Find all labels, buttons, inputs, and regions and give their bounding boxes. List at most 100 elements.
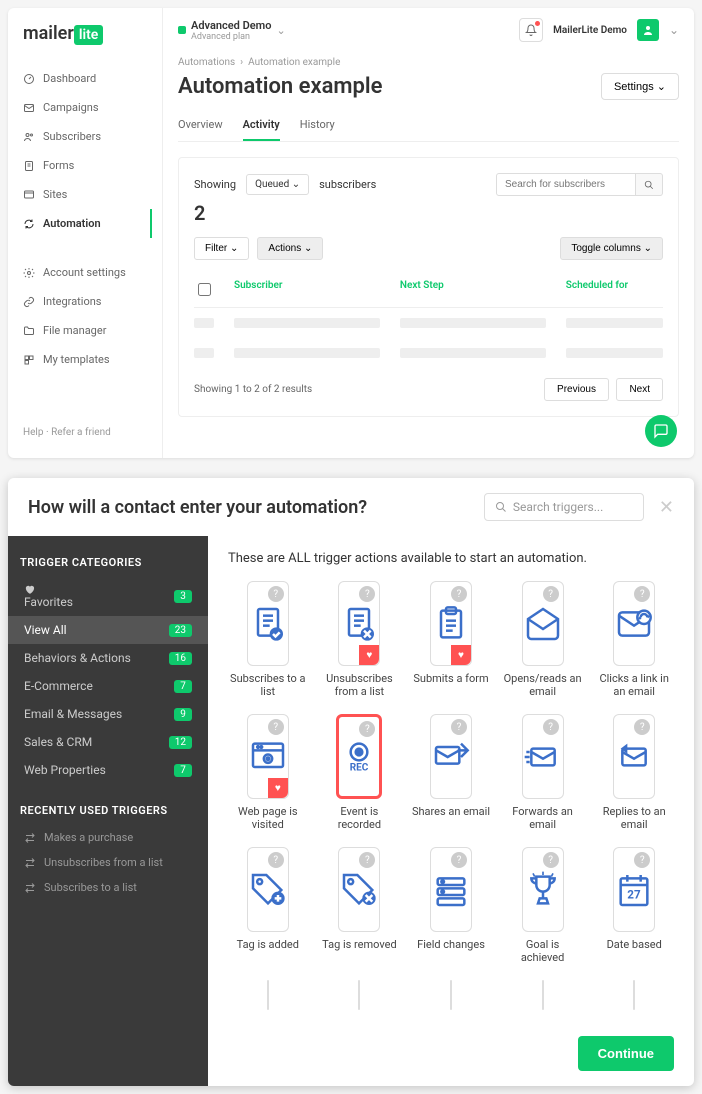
trigger-placeholder[interactable]: ? <box>633 980 635 1010</box>
avatar[interactable] <box>637 19 659 41</box>
help-icon[interactable]: ? <box>634 719 650 735</box>
recent-unsubscribes-from-a-list[interactable]: Unsubscribes from a list <box>20 850 196 875</box>
favorite-badge: ♥ <box>451 645 471 665</box>
help-icon[interactable]: ? <box>543 852 559 868</box>
help-icon[interactable]: ? <box>543 719 559 735</box>
previous-button[interactable]: Previous <box>544 378 609 401</box>
breadcrumb-parent[interactable]: Automations <box>178 57 235 68</box>
help-icon[interactable]: ? <box>268 719 284 735</box>
sidebar-item-sites[interactable]: Sites <box>18 180 152 209</box>
sidebar-item-file-manager[interactable]: File manager <box>18 316 152 345</box>
settings-button[interactable]: Settings ⌄ <box>601 73 679 100</box>
col-subscriber[interactable]: Subscriber <box>234 280 380 299</box>
trigger-mail-fwd[interactable]: ? <box>522 714 564 799</box>
tab-overview[interactable]: Overview <box>178 110 223 141</box>
mail-open-icon <box>523 604 563 644</box>
help-icon[interactable]: ? <box>359 721 375 737</box>
trigger-placeholder[interactable]: ? <box>450 980 452 1010</box>
trigger-main: These are ALL trigger actions available … <box>208 536 694 1086</box>
category-view-all[interactable]: View All23 <box>8 616 208 644</box>
help-icon[interactable]: ? <box>451 852 467 868</box>
trigger-placeholder[interactable]: ? <box>542 980 544 1010</box>
search-input[interactable] <box>496 173 636 196</box>
notifications-button[interactable] <box>519 18 543 42</box>
category-behaviors-actions[interactable]: Behaviors & Actions16 <box>20 644 196 672</box>
topbar: Advanced Demo Advanced plan ⌄ MailerLite… <box>163 8 694 52</box>
sidebar-item-account-settings[interactable]: Account settings <box>18 258 152 287</box>
tag-plus-icon <box>248 870 288 910</box>
trigger-mail-share[interactable]: ? <box>430 714 472 799</box>
tab-history[interactable]: History <box>300 110 335 141</box>
sidebar-item-dashboard[interactable]: Dashboard <box>18 64 152 93</box>
tab-activity[interactable]: Activity <box>243 110 280 141</box>
trigger-doc-x[interactable]: ?♥ <box>338 581 380 666</box>
trigger-browser[interactable]: ?♥ <box>247 714 289 799</box>
help-icon[interactable]: ? <box>634 852 650 868</box>
trigger-placeholder[interactable]: ? <box>358 980 360 1010</box>
trigger-calendar[interactable]: ?27 <box>613 847 655 932</box>
help-icon[interactable]: ? <box>634 586 650 602</box>
sidebar-item-forms[interactable]: Forms <box>18 151 152 180</box>
sidebar-item-campaigns[interactable]: Campaigns <box>18 93 152 122</box>
status-filter[interactable]: Queued ⌄ <box>246 174 309 195</box>
logo: mailerlite <box>18 23 152 44</box>
next-button[interactable]: Next <box>616 378 663 401</box>
search-button[interactable] <box>636 173 663 196</box>
trigger-sidebar: TRIGGER CATEGORIES Favorites3View All23B… <box>8 536 208 1086</box>
trigger-doc-check[interactable]: ? <box>247 581 289 666</box>
trigger-placeholder[interactable]: ? <box>267 980 269 1010</box>
category-sales-crm[interactable]: Sales & CRM12 <box>20 728 196 756</box>
trigger-mail-link[interactable]: ? <box>613 581 655 666</box>
recent-subscribes-to-a-list[interactable]: Subscribes to a list <box>20 875 196 900</box>
help-icon[interactable]: ? <box>451 719 467 735</box>
trigger-rec[interactable]: ?REC <box>336 714 382 799</box>
trigger-label: Clicks a link in an email <box>594 672 674 702</box>
help-icon[interactable]: ? <box>359 852 375 868</box>
continue-button[interactable]: Continue <box>578 1036 674 1071</box>
trigger-label: Goal is achieved <box>503 938 583 968</box>
sidebar-item-my-templates[interactable]: My templates <box>18 345 152 374</box>
recent-makes-a-purchase[interactable]: Makes a purchase <box>20 825 196 850</box>
swap-icon <box>24 857 36 869</box>
help-fab[interactable] <box>645 415 677 447</box>
category-favorites[interactable]: Favorites3 <box>20 577 196 616</box>
sidebar-item-integrations[interactable]: Integrations <box>18 287 152 316</box>
notification-dot <box>535 21 540 26</box>
select-all-checkbox[interactable] <box>198 283 211 296</box>
actions-button[interactable]: Actions ⌄ <box>257 237 323 260</box>
refer-link[interactable]: Refer a friend <box>51 427 111 438</box>
trophy-icon <box>523 870 563 910</box>
close-icon[interactable]: ✕ <box>659 497 674 518</box>
trigger-tag-x[interactable]: ? <box>338 847 380 932</box>
trigger-search[interactable]: Search triggers... <box>484 493 644 521</box>
col-scheduled[interactable]: Scheduled for <box>566 280 663 299</box>
form-icon <box>23 160 35 172</box>
filter-button[interactable]: Filter ⌄ <box>194 237 249 260</box>
trigger-mail-open[interactable]: ? <box>522 581 564 666</box>
trigger-fields[interactable]: ? <box>430 847 472 932</box>
trigger-mail-reply[interactable]: ? <box>613 714 655 799</box>
trigger-trophy[interactable]: ? <box>522 847 564 932</box>
sidebar-item-subscribers[interactable]: Subscribers <box>18 122 152 151</box>
category-web-properties[interactable]: Web Properties7 <box>20 756 196 784</box>
help-icon[interactable]: ? <box>543 586 559 602</box>
page-title: Automation example <box>178 74 382 99</box>
users-icon <box>23 131 35 143</box>
trigger-tag-plus[interactable]: ? <box>247 847 289 932</box>
category-e-commerce[interactable]: E-Commerce7 <box>20 672 196 700</box>
toggle-columns-button[interactable]: Toggle columns ⌄ <box>560 237 663 260</box>
help-icon[interactable]: ? <box>268 852 284 868</box>
help-icon[interactable]: ? <box>359 586 375 602</box>
trigger-clipboard[interactable]: ?♥ <box>430 581 472 666</box>
help-link[interactable]: Help <box>23 427 43 438</box>
col-next-step[interactable]: Next Step <box>400 280 546 299</box>
category-email-messages[interactable]: Email & Messages9 <box>20 700 196 728</box>
help-icon[interactable]: ? <box>451 586 467 602</box>
help-icon[interactable]: ? <box>268 586 284 602</box>
tabs: Overview Activity History <box>178 110 679 142</box>
fields-icon <box>431 870 471 910</box>
sidebar-item-automation[interactable]: Automation <box>18 209 152 238</box>
account-selector[interactable]: Advanced Demo Advanced plan ⌄ <box>178 19 286 42</box>
subscriber-count: 2 <box>194 201 663 225</box>
folder-icon <box>23 325 35 337</box>
